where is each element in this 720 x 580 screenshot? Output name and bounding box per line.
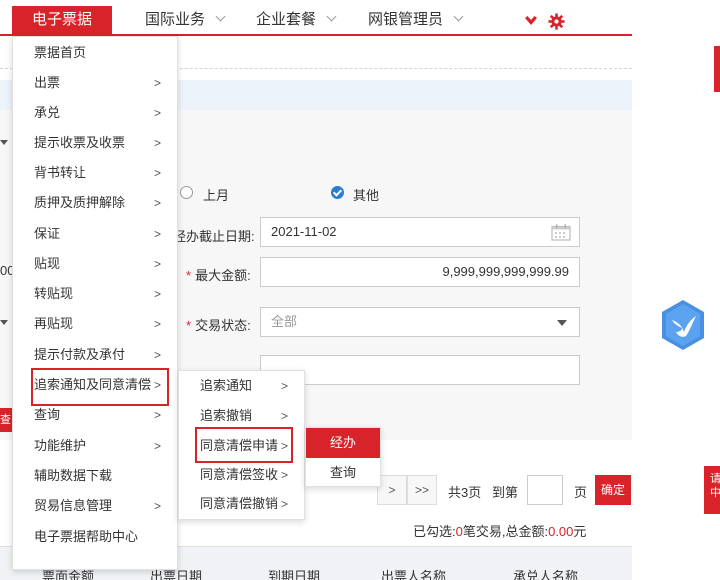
side-red-bar <box>714 46 720 92</box>
e-bill-menu: 票据首页 出票 > 承兑 > 提示收票及收票 > 背书转让 > 质押及质押解除 > 保证 >… <box>12 36 178 570</box>
chevron-down-icon <box>0 140 8 145</box>
goto-label: 到第 <box>492 485 519 500</box>
menu-item-endorse[interactable]: 背书转让 > <box>13 158 177 188</box>
assistant-bird-icon[interactable] <box>658 298 708 352</box>
nav-tab-e-bill[interactable]: 电子票据 <box>12 6 112 34</box>
page-unit-label: 页 <box>574 485 588 500</box>
menu-item-receive[interactable]: 提示收票及收票 > <box>13 128 177 158</box>
top-nav: 电子票据 国际业务 企业套餐 网银管理员 <box>0 0 720 38</box>
col-header-due-date[interactable]: 到期日期 <box>268 566 320 580</box>
col-header-drawer-name[interactable]: 出票人名称 <box>381 566 446 580</box>
query-button-fragment[interactable]: 查 <box>0 408 12 432</box>
side-red-tab[interactable]: 请中 <box>704 466 720 514</box>
menu-item-download[interactable]: 辅助数据下载 <box>13 461 177 491</box>
chevron-down-icon <box>453 11 464 22</box>
submenu-item-settle-revoke[interactable]: 同意清偿撤销 > <box>179 489 304 519</box>
submenu-item-handle[interactable]: 经办 <box>306 428 380 458</box>
menu-item-payment[interactable]: 提示付款及承付 > <box>13 340 177 370</box>
total-pages-text: 共3页 <box>448 485 482 500</box>
chevron-down-icon <box>215 11 226 22</box>
trade-status-select[interactable]: 全部 <box>260 307 580 337</box>
menu-item-rediscount-transfer[interactable]: 转贴现 > <box>13 279 177 309</box>
menu-item-guarantee[interactable]: 保证 > <box>13 219 177 249</box>
left-dropdown-fragment[interactable] <box>0 136 12 150</box>
max-amount-label: * 最大金额: <box>186 268 251 283</box>
gear-icon[interactable] <box>548 13 565 30</box>
submenu-item-query[interactable]: 查询 <box>306 458 380 488</box>
chevron-down-icon <box>326 11 337 22</box>
confirm-page-button[interactable]: 确定 <box>595 475 631 505</box>
submenu-item-recourse-notice[interactable]: 追索通知 > <box>179 371 304 401</box>
radio-other-label: 其他 <box>353 188 380 203</box>
menu-item-highlight <box>31 368 169 406</box>
menu-item-help-center[interactable]: 电子票据帮助中心 <box>13 522 177 552</box>
end-date-input[interactable]: 2021-11-02 <box>260 217 580 247</box>
end-date-label: 经办截止日期: <box>173 229 255 244</box>
settle-apply-submenu: 经办 查询 <box>305 427 381 487</box>
menu-item-trade-info[interactable]: 贸易信息管理 > <box>13 491 177 521</box>
trade-status-label: * 交易状态: <box>186 318 251 333</box>
menu-item-accept[interactable]: 承兑 > <box>13 98 177 128</box>
menu-item-bill-home[interactable]: 票据首页 <box>13 38 177 68</box>
menu-item-pledge[interactable]: 质押及质押解除 > <box>13 188 177 218</box>
menu-item-maintenance[interactable]: 功能维护 > <box>13 431 177 461</box>
menu-item-discount[interactable]: 贴现 > <box>13 249 177 279</box>
goto-page-input[interactable] <box>527 475 563 505</box>
nav-tab-international[interactable]: 国际业务 <box>145 6 226 34</box>
chevron-down-icon <box>0 320 8 325</box>
next-page-button[interactable]: > <box>377 475 407 505</box>
menu-item-rediscount[interactable]: 再贴现 > <box>13 309 177 339</box>
radio-last-month-label: 上月 <box>203 188 230 203</box>
recourse-submenu: 追索通知 > 追索撤销 > 同意清偿申请 > 同意清偿签收 > 同意清偿撤销 > <box>178 370 305 520</box>
last-page-button[interactable]: >> <box>407 475 437 505</box>
nav-tab-enterprise-package[interactable]: 企业套餐 <box>256 6 337 34</box>
chevron-down-icon <box>557 320 567 326</box>
submenu-item-highlight <box>195 427 293 463</box>
nav-tab-ebank-admin[interactable]: 网银管理员 <box>368 6 464 34</box>
chevron-heavy-down-icon[interactable] <box>524 14 538 28</box>
menu-item-issue[interactable]: 出票 > <box>13 68 177 98</box>
radio-last-month[interactable] <box>180 186 193 199</box>
selection-summary: 已勾选:0笔交易,总金额:0.00元 <box>413 524 587 539</box>
extra-input[interactable] <box>260 355 580 385</box>
left-dropdown-fragment-2[interactable] <box>0 316 12 330</box>
max-amount-input[interactable]: 9,999,999,999,999.99 <box>260 257 580 287</box>
submenu-item-settle-sign[interactable]: 同意清偿签收 > <box>179 460 304 490</box>
radio-other[interactable] <box>331 186 344 199</box>
calendar-icon[interactable] <box>551 224 571 241</box>
col-header-acceptor-name[interactable]: 承兑人名称 <box>513 566 578 580</box>
